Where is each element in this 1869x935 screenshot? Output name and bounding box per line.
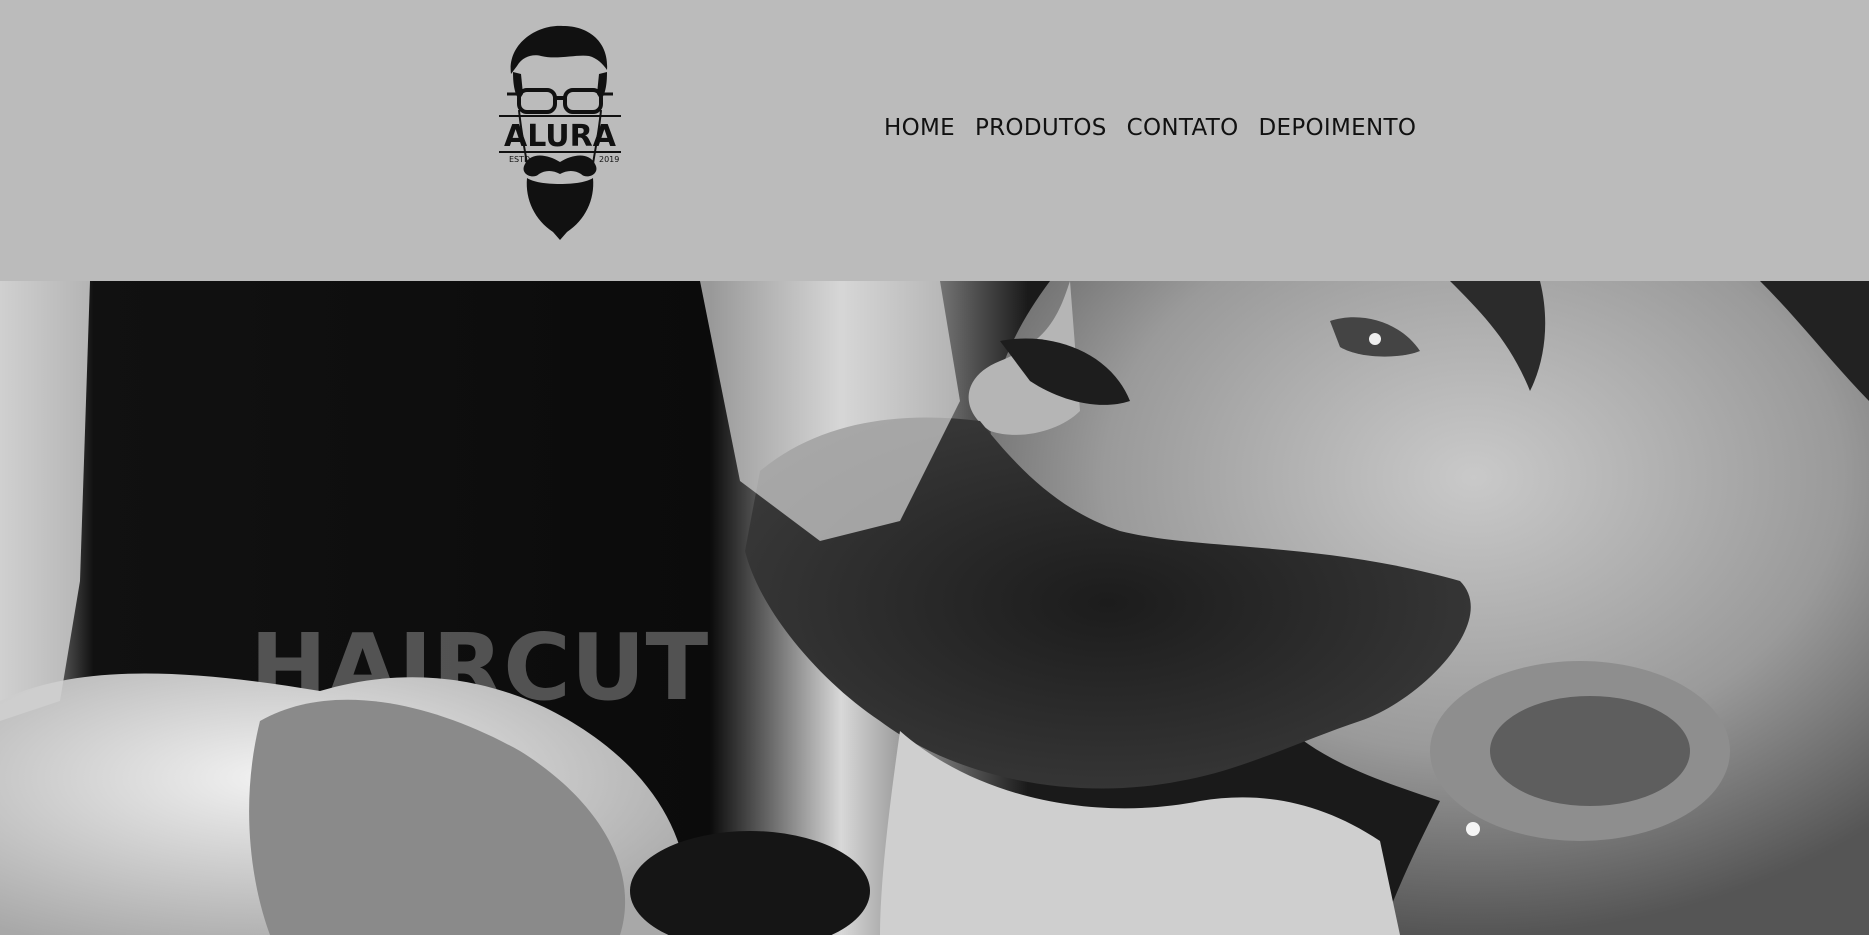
hero-banner: HAIRCUT [0, 281, 1869, 935]
nav-produtos-link[interactable]: PRODUTOS [975, 115, 1107, 141]
site-header: ALURA ESTD 2019 HOME PRODUTOS CONTATO DE… [0, 0, 1869, 281]
main-nav: HOME PRODUTOS CONTATO DEPOIMENTO [884, 112, 1416, 144]
nav-contato-link[interactable]: CONTATO [1127, 115, 1239, 141]
banner-photo-image: HAIRCUT [0, 281, 1869, 935]
alura-logo[interactable]: ALURA ESTD 2019 [497, 24, 623, 242]
nav-home-link[interactable]: HOME [884, 115, 955, 141]
bearded-man-logo-icon: ALURA ESTD 2019 [499, 25, 621, 240]
logo-year: 2019 [599, 155, 619, 164]
nav-depoimento-link[interactable]: DEPOIMENTO [1258, 115, 1416, 141]
